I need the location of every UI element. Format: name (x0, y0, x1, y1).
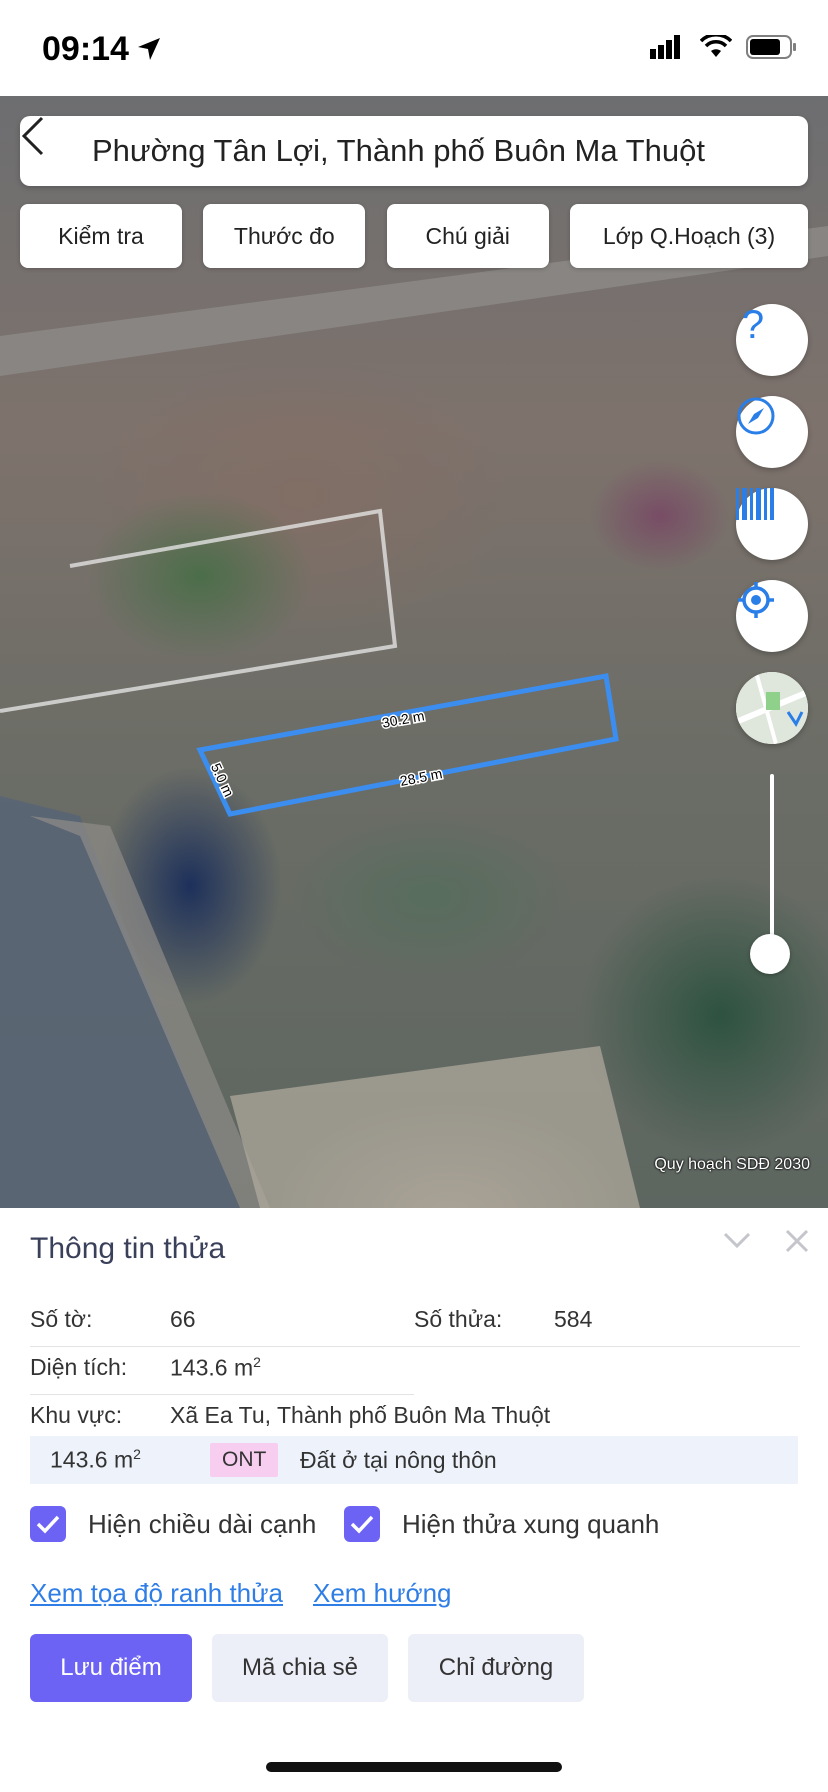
divider (30, 1394, 414, 1395)
back-button[interactable] (20, 116, 92, 186)
field-outline (0, 508, 398, 713)
sheet-number-label: Số tờ: (30, 1306, 93, 1332)
save-point-button[interactable]: Lưu điểm (30, 1634, 192, 1702)
map-tabs: Kiểm tra Thước đo Chú giải Lớp Q.Hoạch (… (20, 204, 808, 268)
edge-label-top: 30.2 m (381, 707, 426, 730)
share-code-button[interactable]: Mã chia sẻ (212, 1634, 388, 1702)
directions-button[interactable]: Chỉ đường (408, 1634, 584, 1702)
checkbox-checked[interactable] (30, 1506, 66, 1542)
map-type-button[interactable] (736, 672, 808, 744)
check-button[interactable]: Kiểm tra (20, 204, 182, 268)
location-arrow-icon (138, 38, 160, 60)
chevron-left-icon (21, 116, 44, 156)
region-label: Khu vực: (30, 1402, 123, 1428)
barcode-button[interactable] (736, 488, 808, 560)
map-watermark: Quy hoạch SDĐ 2030 (654, 1156, 810, 1173)
status-icons (650, 34, 798, 60)
help-button[interactable]: ? (736, 304, 808, 376)
planning-layer-button[interactable]: Lớp Q.Hoạch (3) (569, 204, 808, 268)
land-code-badge: ONT (210, 1443, 279, 1477)
show-edge-length-checkbox[interactable]: Hiện chiều dài cạnh (30, 1506, 316, 1542)
close-icon[interactable] (784, 1228, 810, 1254)
satellite-map[interactable]: 30.2 m 28.5 m 5.0 m Phường Tân Lợi, Thàn… (0, 96, 828, 1208)
map-thumbnail-icon (736, 672, 808, 744)
parcel-number-value: 584 (554, 1306, 593, 1332)
show-neighbors-label: Hiện thửa xung quanh (402, 1508, 660, 1539)
legend-button[interactable]: Chú giải (386, 204, 549, 268)
chevron-down-icon[interactable] (722, 1228, 752, 1252)
land-use-description: Đất ở tại nông thôn (300, 1446, 497, 1473)
divider (30, 1346, 800, 1347)
status-time: 09:14 (42, 30, 129, 68)
svg-text:?: ? (742, 304, 764, 344)
location-title: Phường Tân Lợi, Thành phố Buôn Ma Thuột (92, 133, 705, 168)
area-label: Diện tích: (30, 1354, 128, 1380)
help-icon: ? (742, 304, 764, 344)
checkmark-icon (350, 1515, 374, 1534)
show-neighbors-checkbox[interactable]: Hiện thửa xung quanh (344, 1506, 659, 1542)
zoom-slider-thumb[interactable] (750, 934, 790, 974)
checkbox-checked[interactable] (344, 1506, 380, 1542)
parcel-outline (196, 673, 619, 817)
checkmark-icon (36, 1515, 60, 1534)
edge-label-bottom: 28.5 m (399, 765, 444, 789)
barcode-icon (736, 488, 774, 520)
locate-icon (738, 582, 774, 618)
ground-area (230, 1046, 640, 1208)
panel-title: Thông tin thửa (30, 1232, 226, 1265)
ruler-button[interactable]: Thước đo (203, 204, 366, 268)
compass-button[interactable] (736, 396, 808, 468)
locate-button[interactable] (736, 580, 808, 652)
land-use-area-sup: 2 (133, 1446, 141, 1463)
compass-icon (737, 397, 775, 435)
view-boundary-coords-link[interactable]: Xem tọa độ ranh thửa (30, 1578, 283, 1609)
status-bar: 09:14 (0, 0, 828, 96)
battery-icon (746, 35, 796, 59)
sheet-number-value: 66 (170, 1306, 196, 1332)
home-indicator (266, 1762, 562, 1772)
area-unit-sup: 2 (253, 1354, 261, 1370)
area-value: 143.6 m2 (170, 1354, 261, 1382)
region-value: Xã Ea Tu, Thành phố Buôn Ma Thuột (170, 1402, 551, 1428)
view-direction-link[interactable]: Xem hướng (313, 1578, 452, 1609)
search-bar[interactable]: Phường Tân Lợi, Thành phố Buôn Ma Thuột (20, 116, 808, 186)
wifi-icon (700, 35, 732, 57)
parcel-number-label: Số thửa: (414, 1306, 503, 1332)
land-use-area-text: 143.6 m (50, 1446, 134, 1473)
area-value-text: 143.6 m (170, 1354, 254, 1381)
land-use-row: 143.6 m2 ONT Đất ở tại nông thôn (30, 1436, 798, 1484)
signal-icon (650, 35, 680, 59)
land-use-area: 143.6 m2 (50, 1446, 141, 1474)
show-edge-length-label: Hiện chiều dài cạnh (88, 1508, 317, 1539)
parcel-info-panel: Thông tin thửa Số tờ: 66 Số thửa: 584 Di… (0, 1208, 828, 1792)
